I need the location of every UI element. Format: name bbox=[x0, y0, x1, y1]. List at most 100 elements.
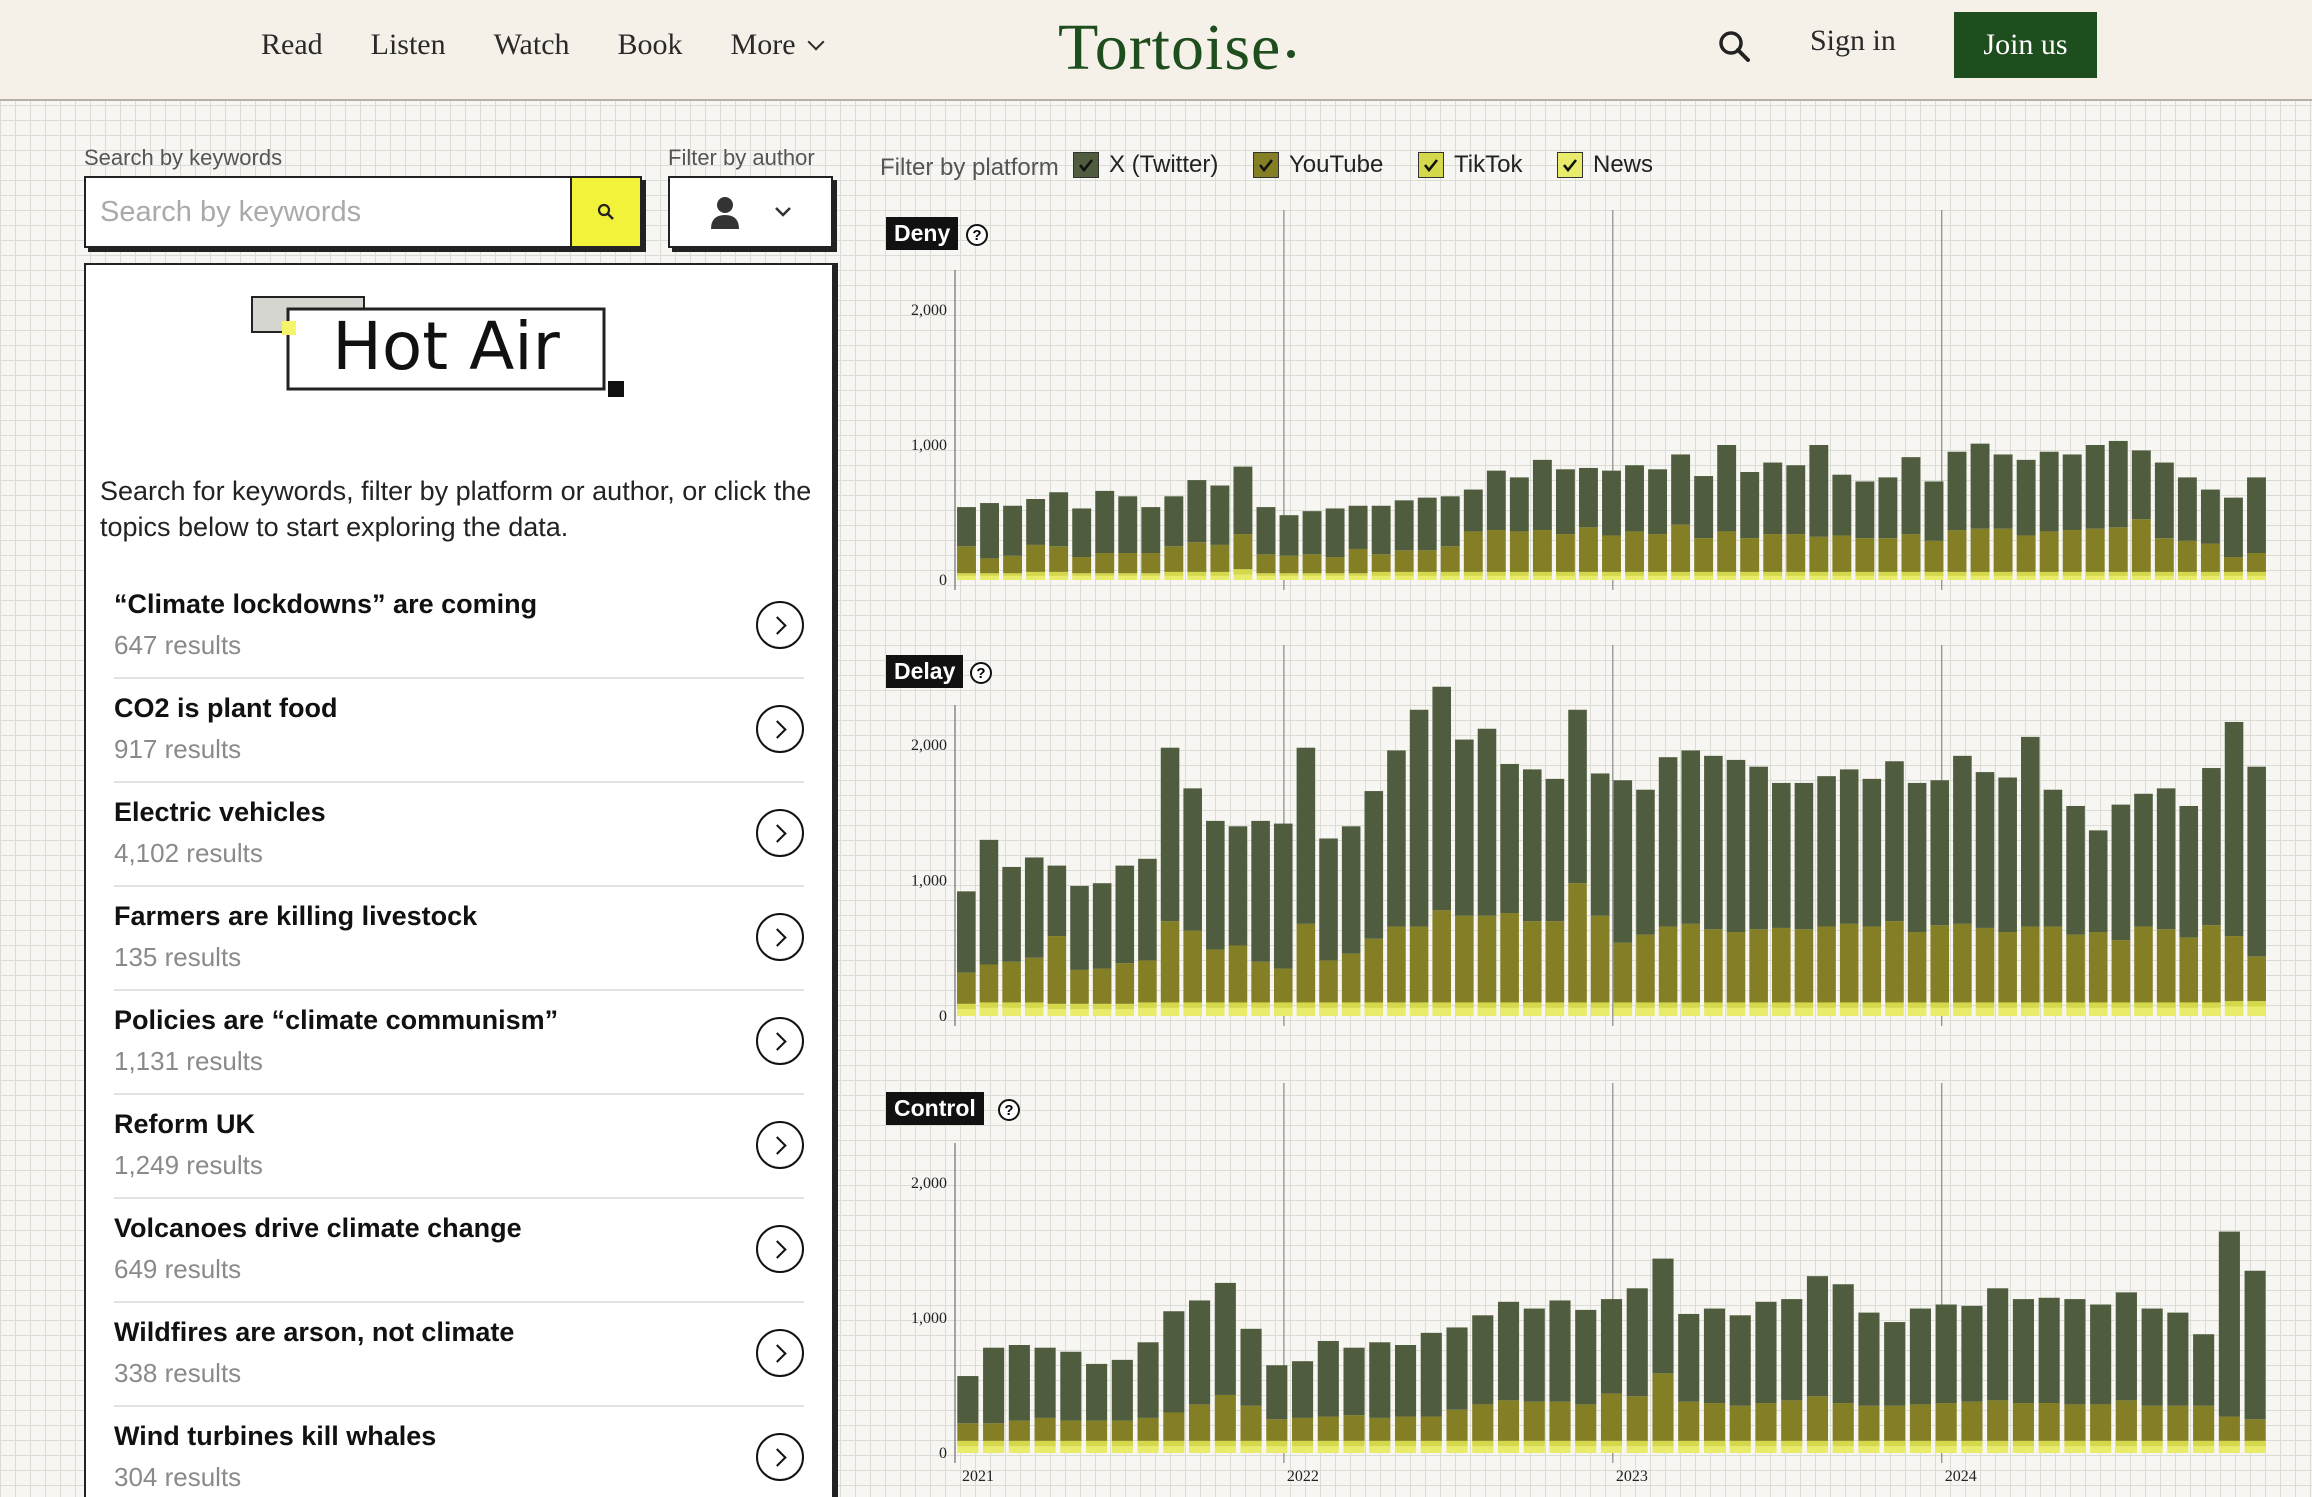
bar-segment bbox=[1568, 1007, 1587, 1016]
topic-item[interactable]: Electric vehicles 4,102 results bbox=[114, 783, 804, 887]
bar-segment bbox=[1549, 1401, 1571, 1441]
help-icon[interactable]: ? bbox=[998, 1099, 1020, 1121]
nav-watch[interactable]: Watch bbox=[494, 28, 570, 62]
bar-segment bbox=[1726, 1002, 1746, 1008]
bar-segment bbox=[1532, 459, 1552, 531]
bar-segment bbox=[1183, 930, 1202, 1003]
search-icon[interactable] bbox=[1716, 28, 1752, 64]
bar-segment bbox=[1273, 968, 1293, 1003]
bar-segment bbox=[1652, 1258, 1674, 1374]
bar-segment bbox=[1602, 470, 1621, 536]
bar-segment bbox=[1394, 1416, 1417, 1441]
bar-segment bbox=[2224, 936, 2244, 1002]
topic-title: Reform UK bbox=[114, 1109, 256, 1139]
chevron-right-icon[interactable] bbox=[756, 809, 804, 857]
bar-segment bbox=[1884, 1405, 1906, 1441]
bar-segment bbox=[2224, 557, 2243, 572]
bar-segment bbox=[1602, 535, 1621, 572]
chart-title-badge: Control bbox=[886, 1092, 984, 1125]
bar-segment bbox=[2085, 575, 2105, 580]
author-filter-dropdown[interactable] bbox=[668, 176, 833, 248]
bar-segment bbox=[1909, 1308, 1931, 1405]
platform-checkbox-1[interactable]: YouTube bbox=[1253, 150, 1383, 180]
bar-segment bbox=[1809, 571, 1829, 576]
bar-segment bbox=[1500, 1002, 1519, 1008]
help-icon[interactable]: ? bbox=[970, 662, 992, 684]
bar-segment bbox=[1555, 571, 1575, 576]
bar-segment bbox=[2247, 575, 2266, 580]
topic-item[interactable]: CO2 is plant food 917 results bbox=[114, 679, 804, 783]
bar-segment bbox=[980, 503, 999, 559]
nav-listen[interactable]: Listen bbox=[371, 28, 446, 62]
bar-segment bbox=[1704, 929, 1723, 1003]
help-icon[interactable]: ? bbox=[966, 224, 988, 246]
bar-segment bbox=[1026, 575, 1046, 580]
topic-item[interactable]: Reform UK 1,249 results bbox=[114, 1095, 804, 1199]
platform-checkbox-2[interactable]: TikTok bbox=[1418, 150, 1522, 180]
bar-segment bbox=[2043, 1007, 2063, 1016]
bar-segment bbox=[2062, 530, 2082, 572]
bar-segment bbox=[1694, 575, 1714, 580]
bar-segment bbox=[1455, 1002, 1474, 1008]
topic-item[interactable]: “Climate lockdowns” are coming 647 result… bbox=[114, 575, 804, 679]
bar-segment bbox=[1970, 443, 1990, 529]
keyword-search-input[interactable] bbox=[86, 178, 570, 246]
bar-segment bbox=[1878, 477, 1898, 539]
bar-segment bbox=[1432, 1002, 1451, 1008]
bar-segment bbox=[1749, 766, 1768, 930]
bar-segment bbox=[2179, 1002, 2199, 1008]
site-logo[interactable]: Tortoise bbox=[1058, 10, 1296, 86]
chevron-right-icon[interactable] bbox=[756, 913, 804, 961]
bar-segment bbox=[2167, 1446, 2189, 1453]
nav-more[interactable]: More bbox=[731, 28, 825, 62]
chevron-right-icon[interactable] bbox=[756, 601, 804, 649]
chevron-right-icon[interactable] bbox=[756, 1329, 804, 1377]
bar-segment bbox=[1961, 1440, 1983, 1447]
bar-segment bbox=[1740, 575, 1760, 580]
bar-segment bbox=[1095, 553, 1115, 574]
bar-segment bbox=[1463, 571, 1483, 576]
bar-segment bbox=[2177, 540, 2197, 572]
chevron-right-icon[interactable] bbox=[756, 1433, 804, 1481]
nav-read[interactable]: Read bbox=[261, 28, 323, 62]
join-us-button[interactable]: Join us bbox=[1954, 12, 2097, 78]
bar-segment bbox=[1961, 1401, 1983, 1441]
bar-segment bbox=[1024, 1002, 1044, 1008]
bar-segment bbox=[1138, 858, 1157, 961]
platform-checkbox-3[interactable]: News bbox=[1557, 150, 1653, 180]
nav-book[interactable]: Book bbox=[618, 28, 683, 62]
bar-segment bbox=[1348, 573, 1368, 576]
bar-segment bbox=[1341, 1002, 1361, 1008]
bar-segment bbox=[983, 1423, 1005, 1441]
bar-segment bbox=[1772, 1007, 1791, 1016]
chart-title-badge: Deny bbox=[886, 217, 959, 250]
topic-item[interactable]: Volcanoes drive climate change 649 result… bbox=[114, 1199, 804, 1303]
bar-segment bbox=[1626, 1288, 1648, 1397]
bar-segment bbox=[957, 972, 976, 1004]
search-submit-button[interactable] bbox=[570, 178, 640, 246]
bar-segment bbox=[1486, 530, 1506, 572]
chevron-right-icon[interactable] bbox=[756, 1017, 804, 1065]
bar-segment bbox=[1325, 508, 1345, 558]
topic-item[interactable]: Policies are “climate communism” 1,131 re… bbox=[114, 991, 804, 1095]
topic-item[interactable]: Wind turbines kill whales 304 results bbox=[114, 1407, 804, 1497]
bar-segment bbox=[1440, 571, 1460, 576]
platform-label: TikTok bbox=[1454, 151, 1523, 178]
platform-checkbox-0[interactable]: X (Twitter) bbox=[1073, 150, 1218, 180]
checkbox-check-icon bbox=[1253, 152, 1279, 178]
bar-segment bbox=[1394, 500, 1414, 551]
bar-segment bbox=[1855, 481, 1875, 539]
sign-in-link[interactable]: Sign in bbox=[1810, 24, 1896, 58]
chevron-right-icon[interactable] bbox=[756, 1121, 804, 1169]
topic-item[interactable]: Wildfires are arson, not climate 338 resu… bbox=[114, 1303, 804, 1407]
bar-segment bbox=[2088, 931, 2108, 1003]
bar-segment bbox=[1446, 1446, 1468, 1453]
bar-segment bbox=[1575, 1440, 1597, 1447]
topic-item[interactable]: Farmers are killing livestock 135 results bbox=[114, 887, 804, 991]
chevron-right-icon[interactable] bbox=[756, 1225, 804, 1273]
bar-segment bbox=[983, 1440, 1005, 1447]
chevron-right-icon[interactable] bbox=[756, 705, 804, 753]
bar-segment bbox=[1086, 1440, 1108, 1447]
bar-segment bbox=[1755, 1301, 1777, 1404]
bar-segment bbox=[1901, 575, 1921, 580]
